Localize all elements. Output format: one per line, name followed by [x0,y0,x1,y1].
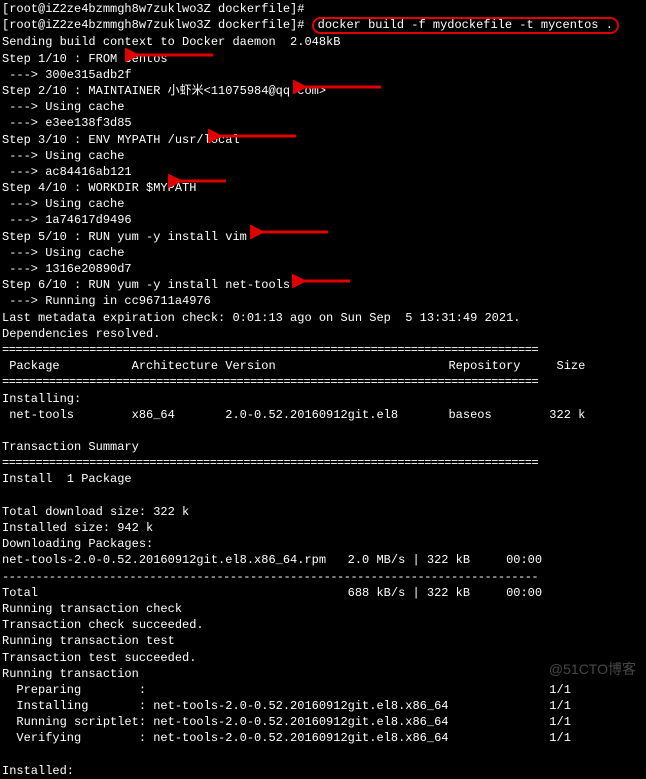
transaction-check-succeeded: Transaction check succeeded. [2,617,644,633]
step-4-hash: ---> 1a74617d9496 [2,212,644,228]
preparing-line: Preparing : 1/1 [2,682,644,698]
step-3-hash: ---> ac84416ab121 [2,164,644,180]
blank-2 [2,488,644,504]
step-5-cache: ---> Using cache [2,245,644,261]
step-1: Step 1/10 : FROM centos [2,51,644,67]
prompt-line-1: [root@iZ2ze4bzmmgh8w7zuklwo3Z dockerfile… [2,1,644,17]
watermark: @51CTO博客 [549,660,636,679]
rpm-line: net-tools-2.0-0.52.20160912git.el8.x86_6… [2,552,644,568]
blank-1 [2,423,644,439]
step-2: Step 2/10 : MAINTAINER 小虾米<11075984@qq.c… [2,83,644,99]
build-command[interactable]: docker build -f mydockefile -t mycentos … [312,17,619,34]
dl-packages: Downloading Packages: [2,536,644,552]
divider-dash-1: ----------------------------------------… [2,569,634,585]
step-5: Step 5/10 : RUN yum -y install vim [2,229,644,245]
step-2-cache: ---> Using cache [2,99,644,115]
step-3-cache: ---> Using cache [2,148,644,164]
divider-eq-3: ========================================… [2,455,634,471]
prompt-line-2[interactable]: [root@iZ2ze4bzmmgh8w7zuklwo3Z dockerfile… [2,17,644,34]
divider-eq-2: ========================================… [2,374,634,390]
installing-label: Installing: [2,391,644,407]
prompt: [root@iZ2ze4bzmmgh8w7zuklwo3Z dockerfile… [2,2,304,16]
divider-eq-1: ========================================… [2,342,634,358]
table-header: Package Architecture Version Repository … [2,358,644,374]
running-transaction-check: Running transaction check [2,601,644,617]
running-transaction-test: Running transaction test [2,633,644,649]
step-6: Step 6/10 : RUN yum -y install net-tools [2,277,644,293]
installing-line: Installing : net-tools-2.0-0.52.20160912… [2,698,644,714]
blank-3 [2,747,644,763]
metadata-line: Last metadata expiration check: 0:01:13 … [2,310,644,326]
installed-size: Installed size: 942 k [2,520,644,536]
step-6-running: ---> Running in cc96711a4976 [2,293,644,309]
step-4: Step 4/10 : WORKDIR $MYPATH [2,180,644,196]
running-transaction: Running transaction [2,666,644,682]
step-3: Step 3/10 : ENV MYPATH /usr/local [2,132,644,148]
prompt: [root@iZ2ze4bzmmgh8w7zuklwo3Z dockerfile… [2,18,304,32]
step-1-hash: ---> 300e315adb2f [2,67,644,83]
installed-label: Installed: [2,763,644,779]
deps-line: Dependencies resolved. [2,326,644,342]
total-dl-size: Total download size: 322 k [2,504,644,520]
total-line: Total 688 kB/s | 322 kB 00:00 [2,585,644,601]
step-4-cache: ---> Using cache [2,196,644,212]
transaction-summary: Transaction Summary [2,439,644,455]
pkg-row: net-tools x86_64 2.0-0.52.20160912git.el… [2,407,644,423]
step-2-hash: ---> e3ee138f3d85 [2,115,644,131]
transaction-test-succeeded: Transaction test succeeded. [2,650,644,666]
verifying-line: Verifying : net-tools-2.0-0.52.20160912g… [2,730,644,746]
step-5-hash: ---> 1316e20890d7 [2,261,644,277]
scriptlet-line: Running scriptlet: net-tools-2.0-0.52.20… [2,714,644,730]
context-line: Sending build context to Docker daemon 2… [2,34,644,50]
install-1-package: Install 1 Package [2,471,644,487]
